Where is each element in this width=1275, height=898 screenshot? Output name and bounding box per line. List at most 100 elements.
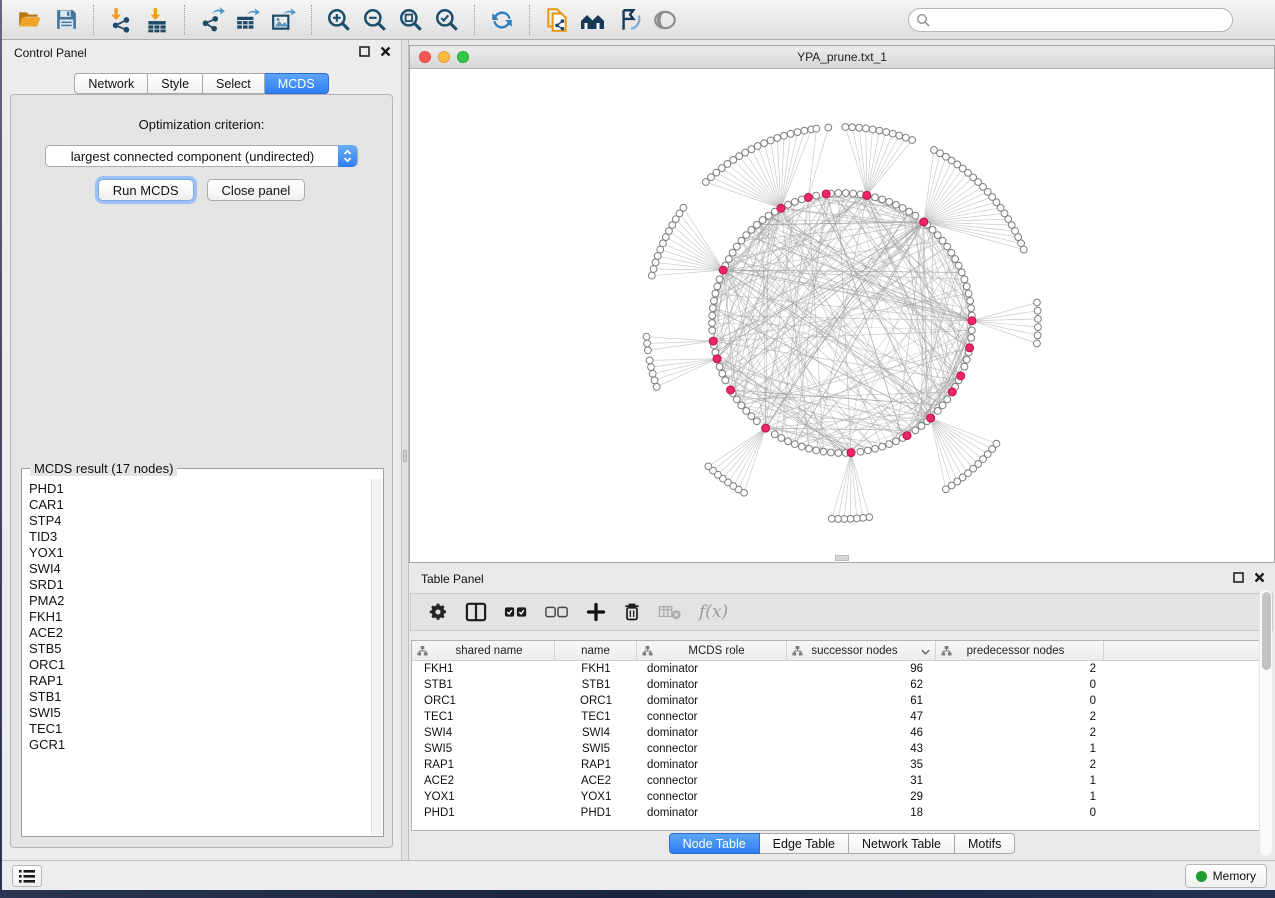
tab-motifs[interactable]: Motifs: [955, 833, 1015, 854]
export-table-icon[interactable]: [233, 5, 263, 35]
table-cell[interactable]: 18: [787, 805, 936, 821]
mcds-result-item[interactable]: STP4: [29, 513, 370, 529]
table-cell[interactable]: 2: [936, 757, 1104, 773]
close-panel-button[interactable]: Close panel: [207, 179, 306, 201]
mcds-result-item[interactable]: SWI4: [29, 561, 370, 577]
table-cell[interactable]: connector: [637, 789, 787, 805]
network-window-titlebar[interactable]: YPA_prune.txt_1: [410, 46, 1274, 69]
column-header-name[interactable]: name: [555, 641, 637, 660]
table-cell[interactable]: 29: [787, 789, 936, 805]
table-row[interactable]: RAP1RAP1dominator352: [412, 757, 1270, 773]
table-cell[interactable]: connector: [637, 773, 787, 789]
close-table-panel-icon[interactable]: [1254, 572, 1265, 583]
mcds-result-item[interactable]: TID3: [29, 529, 370, 545]
table-cell[interactable]: 2: [936, 725, 1104, 741]
search-field[interactable]: [908, 8, 1233, 32]
table-row[interactable]: SWI5SWI5connector431: [412, 741, 1270, 757]
table-cell[interactable]: SWI5: [555, 741, 637, 757]
mcds-result-item[interactable]: SRD1: [29, 577, 370, 593]
mcds-result-item[interactable]: SWI5: [29, 705, 370, 721]
table-scrollbar-thumb[interactable]: [1262, 592, 1271, 670]
refresh-icon[interactable]: [487, 5, 517, 35]
horizontal-split-grip[interactable]: [835, 555, 849, 561]
export-image-icon[interactable]: [269, 5, 299, 35]
mcds-result-item[interactable]: CAR1: [29, 497, 370, 513]
float-panel-icon[interactable]: [359, 46, 370, 57]
table-cell[interactable]: PHD1: [555, 805, 637, 821]
table-cell[interactable]: TEC1: [412, 709, 555, 725]
table-cell[interactable]: ORC1: [555, 693, 637, 709]
divider-grip[interactable]: [403, 450, 407, 462]
mcds-result-item[interactable]: PHD1: [29, 481, 370, 497]
open-folder-icon[interactable]: [15, 5, 45, 35]
table-cell[interactable]: 1: [936, 741, 1104, 757]
table-cell[interactable]: RAP1: [555, 757, 637, 773]
table-cell[interactable]: dominator: [637, 805, 787, 821]
add-column-icon[interactable]: [586, 602, 606, 622]
table-row[interactable]: SWI4SWI4dominator462: [412, 725, 1270, 741]
network-canvas[interactable]: [410, 69, 1274, 562]
hide-details-icon[interactable]: [614, 5, 644, 35]
table-cell[interactable]: YOX1: [555, 789, 637, 805]
table-cell[interactable]: 43: [787, 741, 936, 757]
table-cell[interactable]: ORC1: [412, 693, 555, 709]
column-header-predecessor-nodes[interactable]: predecessor nodes: [936, 641, 1104, 660]
table-cell[interactable]: ACE2: [555, 773, 637, 789]
table-cell[interactable]: 62: [787, 677, 936, 693]
mcds-result-item[interactable]: PMA2: [29, 593, 370, 609]
tab-select[interactable]: Select: [203, 73, 265, 94]
tab-edge-table[interactable]: Edge Table: [760, 833, 849, 854]
zoom-fit-icon[interactable]: [396, 5, 426, 35]
table-row[interactable]: YOX1YOX1connector291: [412, 789, 1270, 805]
criterion-dropdown[interactable]: largest connected component (undirected): [45, 145, 358, 167]
panel-split-divider[interactable]: [401, 40, 409, 860]
mcds-result-item[interactable]: FKH1: [29, 609, 370, 625]
table-cell[interactable]: PHD1: [412, 805, 555, 821]
table-cell[interactable]: dominator: [637, 757, 787, 773]
run-mcds-button[interactable]: Run MCDS: [98, 179, 194, 201]
tab-style[interactable]: Style: [148, 73, 203, 94]
table-scrollbar[interactable]: [1259, 590, 1272, 856]
table-cell[interactable]: 0: [936, 693, 1104, 709]
tab-network[interactable]: Network: [74, 73, 148, 94]
table-cell[interactable]: 47: [787, 709, 936, 725]
tab-network-table[interactable]: Network Table: [849, 833, 955, 854]
table-cell[interactable]: TEC1: [555, 709, 637, 725]
zoom-selected-icon[interactable]: [432, 5, 462, 35]
minimize-window-button[interactable]: [438, 51, 450, 63]
table-row[interactable]: PHD1PHD1dominator180: [412, 805, 1270, 821]
mcds-result-item[interactable]: ORC1: [29, 657, 370, 673]
table-cell[interactable]: 2: [936, 661, 1104, 677]
column-header-successor-nodes[interactable]: successor nodes: [787, 641, 936, 660]
table-row[interactable]: TEC1TEC1connector472: [412, 709, 1270, 725]
table-cell[interactable]: 96: [787, 661, 936, 677]
export-network-icon[interactable]: [197, 5, 227, 35]
table-row[interactable]: ACE2ACE2connector311: [412, 773, 1270, 789]
clone-network-icon[interactable]: [542, 5, 572, 35]
column-header-mcds-role[interactable]: MCDS role: [637, 641, 787, 660]
table-cell[interactable]: SWI4: [555, 725, 637, 741]
close-window-button[interactable]: [419, 51, 431, 63]
table-cell[interactable]: dominator: [637, 661, 787, 677]
column-visibility-icon[interactable]: [465, 602, 487, 622]
mcds-result-item[interactable]: STB1: [29, 689, 370, 705]
table-cell[interactable]: dominator: [637, 725, 787, 741]
result-list-scrollbar[interactable]: [371, 479, 382, 835]
table-cell[interactable]: STB1: [555, 677, 637, 693]
table-cell[interactable]: 35: [787, 757, 936, 773]
mcds-result-list[interactable]: PHD1CAR1STP4TID3YOX1SWI4SRD1PMA2FKH1ACE2…: [23, 479, 370, 835]
close-panel-icon[interactable]: [380, 46, 391, 57]
table-cell[interactable]: 1: [936, 773, 1104, 789]
import-table-icon[interactable]: [142, 5, 172, 35]
maximize-window-button[interactable]: [457, 51, 469, 63]
table-cell[interactable]: 2: [936, 709, 1104, 725]
search-input[interactable]: [930, 11, 1232, 29]
select-all-icon[interactable]: [504, 604, 528, 620]
column-header-shared-name[interactable]: shared name: [412, 641, 555, 660]
table-cell[interactable]: dominator: [637, 693, 787, 709]
float-table-panel-icon[interactable]: [1233, 572, 1244, 583]
table-cell[interactable]: RAP1: [412, 757, 555, 773]
table-row[interactable]: FKH1FKH1dominator962: [412, 661, 1270, 677]
table-cell[interactable]: FKH1: [555, 661, 637, 677]
table-cell[interactable]: SWI5: [412, 741, 555, 757]
